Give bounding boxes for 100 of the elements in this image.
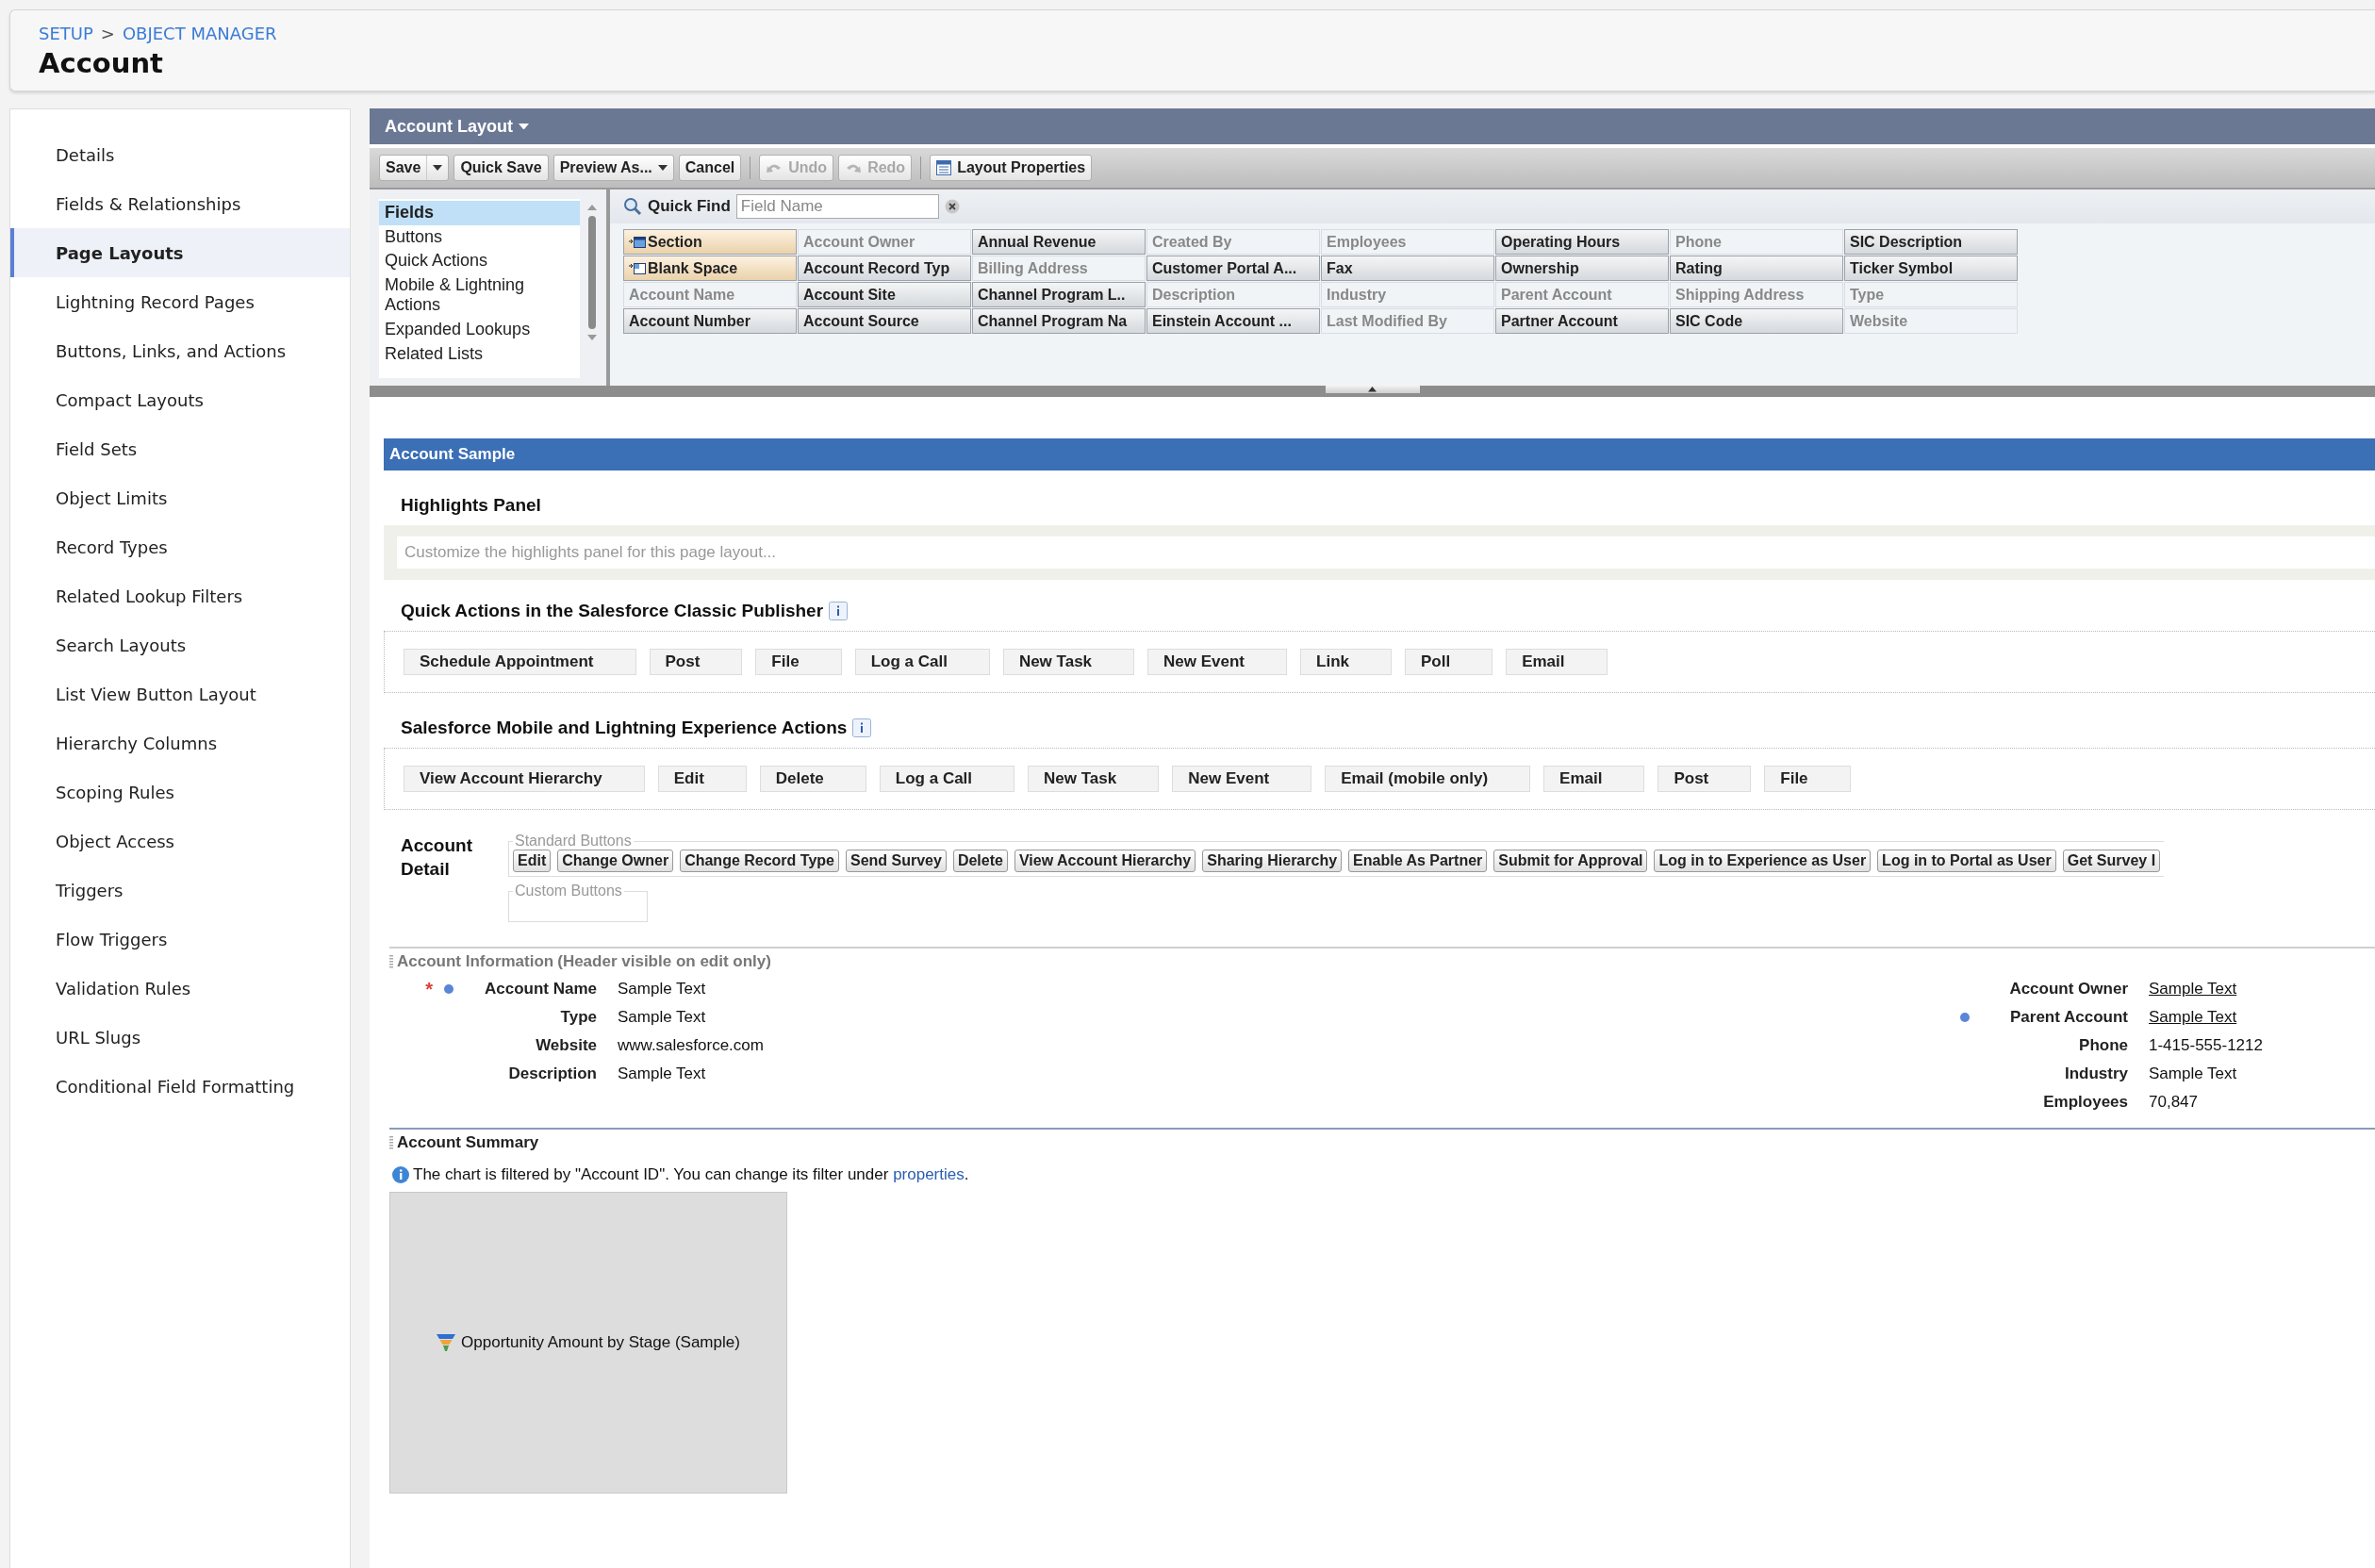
detail-button[interactable]: Change Owner [557, 850, 674, 872]
palette-field[interactable]: SIC Description [1844, 229, 2018, 255]
action-chip[interactable]: Edit [657, 766, 747, 792]
palette-field[interactable]: Partner Account [1495, 308, 1669, 334]
action-chip[interactable]: New Task [1002, 649, 1135, 675]
sidebar-item[interactable]: Compact Layouts [10, 375, 350, 424]
grip-icon [389, 1136, 393, 1149]
palette-field[interactable]: Channel Program L.. [972, 282, 1146, 307]
sidebar-item[interactable]: List View Button Layout [10, 669, 350, 718]
action-chip[interactable]: Schedule Appointment [404, 649, 636, 675]
toolbar-button[interactable]: Preview As... [553, 155, 674, 181]
action-chip[interactable]: Log a Call [879, 766, 1015, 792]
action-chip[interactable]: Post [649, 649, 743, 675]
sidebar-item[interactable]: Conditional Field Formatting [10, 1062, 350, 1111]
toolbar-button[interactable]: Layout Properties [930, 155, 1093, 181]
toolbar-button[interactable]: Cancel [678, 155, 742, 181]
palette-category[interactable]: Mobile & Lightning Actions [379, 272, 580, 318]
palette-category[interactable]: Related Lists [379, 341, 580, 367]
palette-field[interactable]: Account Record Typ [798, 256, 971, 281]
action-chip[interactable]: Delete [759, 766, 866, 792]
action-chip[interactable]: File [755, 649, 842, 675]
sidebar-item[interactable]: Validation Rules [10, 964, 350, 1013]
sidebar-item[interactable]: Object Limits [10, 473, 350, 522]
table-icon [936, 160, 952, 175]
palette-field[interactable]: Channel Program Na [972, 308, 1146, 334]
sidebar-item[interactable]: Scoping Rules [10, 767, 350, 817]
sidebar-item[interactable]: Field Sets [10, 424, 350, 473]
field-label: Account Name [483, 980, 597, 999]
action-chip[interactable]: Log a Call [854, 649, 990, 675]
palette-field[interactable]: Account Number [623, 308, 797, 334]
clear-icon[interactable] [944, 199, 960, 214]
sidebar-item[interactable]: Search Layouts [10, 620, 350, 669]
palette-field[interactable]: Account Source [798, 308, 971, 334]
detail-button[interactable]: Send Survey [845, 850, 947, 872]
detail-button[interactable]: Delete [952, 850, 1008, 872]
detail-button[interactable]: Edit [513, 850, 552, 872]
detail-button[interactable]: View Account Hierarchy [1014, 850, 1196, 872]
sidebar-item[interactable]: Triggers [10, 866, 350, 915]
action-chip[interactable]: Post [1658, 766, 1752, 792]
action-chip[interactable]: New Event [1172, 766, 1312, 792]
palette-field[interactable]: Ticker Symbol [1844, 256, 2018, 281]
palette-category[interactable]: Quick Actions [379, 249, 580, 273]
properties-link[interactable]: properties [893, 1165, 965, 1183]
palette-field[interactable]: Customer Portal A... [1146, 256, 1320, 281]
field-link[interactable]: Sample Text [2149, 1008, 2237, 1026]
palette-category[interactable]: Expanded Lookups [379, 317, 580, 342]
detail-button[interactable]: Get Survey I [2062, 850, 2161, 872]
palette-field[interactable]: Account Site [798, 282, 971, 307]
sidebar-item[interactable]: Related Lookup Filters [10, 571, 350, 620]
breadcrumb-link[interactable]: OBJECT MANAGER [122, 24, 277, 43]
sidebar-item[interactable]: Lightning Record Pages [10, 277, 350, 326]
scrollbar-thumb[interactable] [588, 216, 596, 329]
breadcrumb-link[interactable]: SETUP [39, 24, 93, 43]
scroll-up-icon [587, 205, 597, 210]
caret-icon [519, 123, 529, 130]
action-chip[interactable]: Email (mobile only) [1325, 766, 1531, 792]
collapse-handle[interactable] [1325, 386, 1420, 393]
quick-find-field[interactable]: Field Name [735, 194, 939, 219]
palette-field[interactable]: Annual Revenue [972, 229, 1146, 255]
layout-menu[interactable]: Account Layout [385, 116, 529, 137]
detail-button[interactable]: Enable As Partner [1348, 850, 1488, 872]
sidebar-item[interactable]: Flow Triggers [10, 915, 350, 964]
action-chip[interactable]: Link [1300, 649, 1392, 675]
action-chip[interactable]: Email [1543, 766, 1645, 792]
palette-field[interactable]: Operating Hours [1495, 229, 1669, 255]
action-chip[interactable]: New Event [1147, 649, 1288, 675]
detail-button[interactable]: Change Record Type [680, 850, 839, 872]
detail-button[interactable]: Submit for Approval [1493, 850, 1648, 872]
field-link[interactable]: Sample Text [2149, 980, 2237, 998]
toolbar-button[interactable]: Save [379, 155, 450, 181]
palette-field[interactable]: Section [623, 229, 797, 255]
action-chip[interactable]: File [1764, 766, 1851, 792]
sidebar-item[interactable]: Details [10, 130, 350, 179]
palette-field[interactable]: SIC Code [1670, 308, 1843, 334]
action-chip[interactable]: New Task [1028, 766, 1160, 792]
detail-button[interactable]: Sharing Hierarchy [1202, 850, 1343, 872]
action-chip[interactable]: View Account Hierarchy [404, 766, 645, 792]
field-label: Employees [2042, 1093, 2128, 1112]
palette-category[interactable]: Fields [379, 201, 580, 225]
sidebar-item[interactable]: Fields & Relationships [10, 179, 350, 228]
toolbar-button[interactable]: Quick Save [454, 155, 549, 181]
action-chip[interactable]: Poll [1405, 649, 1493, 675]
sidebar-item[interactable]: Record Types [10, 522, 350, 571]
palette-field[interactable]: Einstein Account ... [1146, 308, 1320, 334]
sidebar-item[interactable]: Buttons, Links, and Actions [10, 326, 350, 375]
palette-field[interactable]: Ownership [1495, 256, 1669, 281]
palette-field[interactable]: Rating [1670, 256, 1843, 281]
info-icon[interactable] [829, 602, 849, 620]
action-chip[interactable]: Email [1506, 649, 1608, 675]
sidebar-item[interactable]: URL Slugs [10, 1013, 350, 1062]
palette-field[interactable]: Blank Space [623, 256, 797, 281]
sidebar-item[interactable]: Page Layouts [10, 228, 350, 277]
detail-button[interactable]: Log in to Portal as User [1877, 850, 2056, 872]
sidebar-item[interactable]: Hierarchy Columns [10, 718, 350, 767]
sidebar-item[interactable]: Object Access [10, 817, 350, 866]
palette-category[interactable]: Buttons [379, 224, 580, 250]
detail-button[interactable]: Log in to Experience as User [1654, 850, 1872, 872]
info-icon[interactable] [852, 718, 872, 737]
palette-field[interactable]: Fax [1321, 256, 1494, 281]
field-label: Account Owner [2008, 980, 2128, 999]
